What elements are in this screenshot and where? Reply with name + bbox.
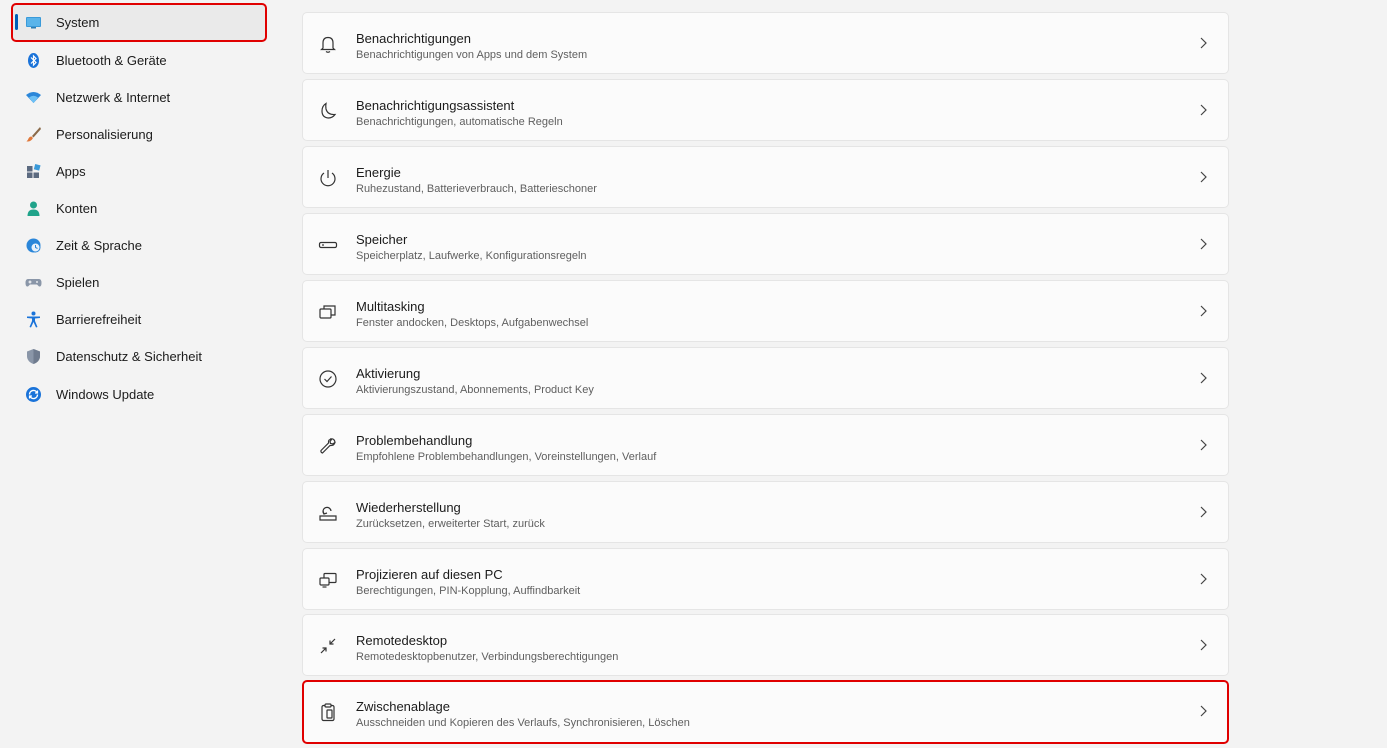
setting-title: Projizieren auf diesen PC [356, 567, 503, 582]
globe-clock-icon [25, 237, 42, 254]
shield-icon [25, 348, 42, 365]
sidebar-item-apps[interactable]: Apps [12, 153, 266, 190]
sidebar-item-label: Windows Update [56, 387, 155, 402]
monitor-icon [25, 14, 42, 31]
setting-title: Multitasking [356, 299, 425, 314]
bluetooth-icon [25, 52, 42, 69]
setting-project-to-pc[interactable]: Projizieren auf diesen PC Berechtigungen… [302, 548, 1229, 610]
setting-title: Speicher [356, 232, 408, 247]
sidebar-item-label: Netzwerk & Internet [56, 90, 171, 105]
chevron-right-icon [1196, 505, 1210, 519]
sidebar-item-network[interactable]: Netzwerk & Internet [12, 79, 266, 116]
setting-title: Remotedesktop [356, 633, 448, 648]
setting-title: Zwischenablage [356, 699, 450, 714]
sidebar-item-label: System [56, 15, 100, 30]
setting-title: Benachrichtigungen [356, 31, 471, 46]
recovery-icon [318, 503, 338, 523]
setting-description: Berechtigungen, PIN-Kopplung, Auffindbar… [356, 585, 581, 597]
multitasking-icon [318, 302, 338, 322]
sidebar-item-label: Barrierefreiheit [56, 312, 142, 327]
chevron-right-icon [1196, 638, 1210, 652]
sidebar-item-label: Apps [56, 164, 86, 179]
settings-list: Benachrichtigungen Benachrichtigungen vo… [302, 0, 1229, 748]
setting-description: Speicherplatz, Laufwerke, Konfigurations… [356, 250, 587, 262]
moon-icon [318, 101, 338, 121]
sidebar-item-label: Spielen [56, 275, 100, 290]
setting-focus-assist[interactable]: Benachrichtigungsassistent Benachrichtig… [302, 79, 1229, 141]
gamepad-icon [25, 274, 42, 291]
setting-title: Energie [356, 165, 401, 180]
setting-description: Ruhezustand, Batterieverbrauch, Batterie… [356, 183, 597, 195]
apps-icon [25, 163, 42, 180]
setting-title: Benachrichtigungsassistent [356, 98, 515, 113]
chevron-right-icon [1196, 572, 1210, 586]
chevron-right-icon [1196, 36, 1210, 50]
power-icon [318, 168, 338, 188]
setting-storage[interactable]: Speicher Speicherplatz, Laufwerke, Konfi… [302, 213, 1229, 275]
sidebar-item-label: Datenschutz & Sicherheit [56, 349, 202, 364]
sidebar-item-label: Zeit & Sprache [56, 238, 142, 253]
storage-icon [318, 235, 338, 255]
chevron-right-icon [1196, 103, 1210, 117]
sidebar-item-label: Personalisierung [56, 127, 153, 142]
setting-notifications[interactable]: Benachrichtigungen Benachrichtigungen vo… [302, 12, 1229, 74]
setting-description: Zurücksetzen, erweiterter Start, zurück [356, 518, 545, 530]
selection-indicator [15, 14, 18, 30]
sidebar-item-time-language[interactable]: Zeit & Sprache [12, 227, 266, 264]
wifi-icon [25, 89, 42, 106]
person-icon [25, 200, 42, 217]
setting-description: Benachrichtigungen, automatische Regeln [356, 116, 563, 128]
setting-title: Aktivierung [356, 366, 421, 381]
setting-description: Fenster andocken, Desktops, Aufgabenwech… [356, 317, 589, 329]
setting-description: Benachrichtigungen von Apps und dem Syst… [356, 49, 588, 61]
setting-description: Remotedesktopbenutzer, Verbindungsberech… [356, 651, 619, 663]
sidebar-item-personalization[interactable]: Personalisierung [12, 116, 266, 153]
setting-activation[interactable]: Aktivierung Aktivierungszustand, Abonnem… [302, 347, 1229, 409]
setting-description: Empfohlene Problembehandlungen, Voreinst… [356, 451, 657, 463]
project-icon [318, 570, 338, 590]
setting-description: Aktivierungszustand, Abonnements, Produc… [356, 384, 594, 396]
check-circle-icon [318, 369, 338, 389]
setting-power[interactable]: Energie Ruhezustand, Batterieverbrauch, … [302, 146, 1229, 208]
sidebar-item-accessibility[interactable]: Barrierefreiheit [12, 301, 266, 338]
remote-desktop-icon [318, 636, 338, 656]
chevron-right-icon [1196, 371, 1210, 385]
brush-icon [25, 126, 42, 143]
setting-clipboard[interactable]: Zwischenablage Ausschneiden und Kopieren… [302, 680, 1229, 744]
setting-remote-desktop[interactable]: Remotedesktop Remotedesktopbenutzer, Ver… [302, 614, 1229, 676]
sidebar-item-accounts[interactable]: Konten [12, 190, 266, 227]
setting-recovery[interactable]: Wiederherstellung Zurücksetzen, erweiter… [302, 481, 1229, 543]
sidebar-item-gaming[interactable]: Spielen [12, 264, 266, 301]
setting-title: Problembehandlung [356, 433, 473, 448]
sidebar-nav: System Bluetooth & Geräte Netzwerk & Int… [0, 0, 280, 748]
clipboard-icon [318, 702, 338, 722]
wrench-icon [318, 436, 338, 456]
chevron-right-icon [1196, 704, 1210, 718]
sidebar-item-windows-update[interactable]: Windows Update [12, 376, 266, 413]
chevron-right-icon [1196, 438, 1210, 452]
chevron-right-icon [1196, 304, 1210, 318]
setting-description: Ausschneiden und Kopieren des Verlaufs, … [356, 717, 690, 729]
sidebar-item-system[interactable]: System [11, 3, 267, 42]
update-icon [25, 386, 42, 403]
setting-title: Wiederherstellung [356, 500, 461, 515]
chevron-right-icon [1196, 237, 1210, 251]
sidebar-item-label: Konten [56, 201, 98, 216]
sidebar-item-bluetooth[interactable]: Bluetooth & Geräte [12, 42, 266, 79]
sidebar-item-privacy-security[interactable]: Datenschutz & Sicherheit [12, 338, 266, 375]
sidebar-item-label: Bluetooth & Geräte [56, 53, 167, 68]
chevron-right-icon [1196, 170, 1210, 184]
setting-multitasking[interactable]: Multitasking Fenster andocken, Desktops,… [302, 280, 1229, 342]
setting-troubleshoot[interactable]: Problembehandlung Empfohlene Problembeha… [302, 414, 1229, 476]
accessibility-icon [25, 311, 42, 328]
bell-icon [318, 34, 338, 54]
